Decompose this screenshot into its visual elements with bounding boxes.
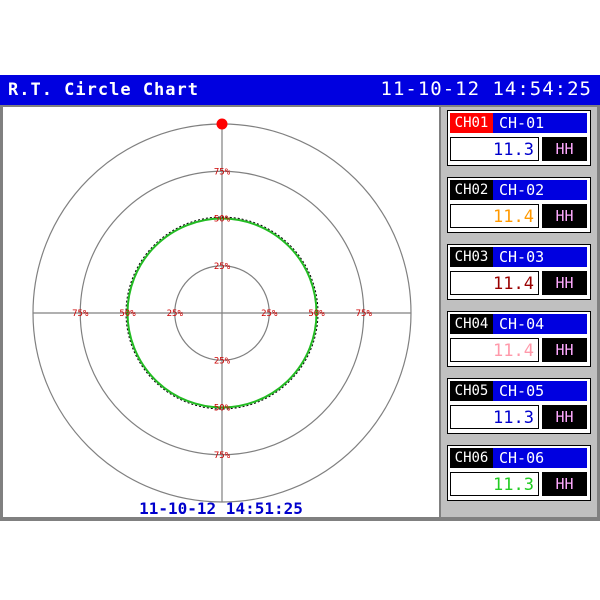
channel-name: CH-03 [493, 247, 587, 267]
channel-name: CH-05 [493, 381, 587, 401]
ring-label: 25% [214, 356, 231, 366]
channel-alarm-badge: HH [542, 405, 587, 429]
channel-name: CH-06 [493, 448, 587, 468]
channel-alarm-badge: HH [542, 137, 587, 161]
channel-alarm-badge: HH [542, 271, 587, 295]
ring-label: 75% [72, 309, 89, 319]
channel-value: 11.3 [450, 137, 539, 161]
channel-id: CH02 [450, 180, 493, 200]
system-clock: 11-10-12 14:54:25 [380, 78, 592, 100]
circle-chart: 75% 50% 25% 25% 50% 75% 75% 50% 25% 25% 50% 75% 11-… [3, 107, 439, 518]
channel-box[interactable]: CH06 CH-06 11.3 HH [447, 445, 591, 501]
chart-start-marker [216, 118, 228, 130]
channel-value: 11.4 [450, 204, 539, 228]
channel-name: CH-02 [493, 180, 587, 200]
channel-box[interactable]: CH01 CH-01 11.3 HH [447, 110, 591, 166]
channel-id: CH01 [450, 113, 493, 133]
ring-label: 25% [261, 309, 278, 319]
channel-name: CH-01 [493, 113, 587, 133]
chart-timestamp: 11-10-12 14:51:25 [139, 499, 303, 518]
recorder-screen: R.T. Circle Chart 11-10-12 14:54:25 75% 5… [0, 75, 600, 521]
screen-title: R.T. Circle Chart [8, 80, 199, 100]
title-bar: R.T. Circle Chart 11-10-12 14:54:25 [0, 75, 600, 105]
channel-id: CH04 [450, 314, 493, 334]
ring-label: 50% [214, 404, 231, 414]
ring-label: 75% [214, 451, 231, 461]
circle-chart-svg: 75% 50% 25% 25% 50% 75% 75% 50% 25% 25% 50% 75% [32, 118, 412, 503]
channel-box[interactable]: CH02 CH-02 11.4 HH [447, 177, 591, 233]
channel-value: 11.4 [450, 271, 539, 295]
channel-alarm-badge: HH [542, 472, 587, 496]
channel-id: CH05 [450, 381, 493, 401]
channel-box[interactable]: CH04 CH-04 11.4 HH [447, 311, 591, 367]
ring-label: 50% [308, 309, 325, 319]
channel-alarm-badge: HH [542, 204, 587, 228]
ring-label: 75% [356, 309, 373, 319]
channel-box[interactable]: CH03 CH-03 11.4 HH [447, 244, 591, 300]
channel-alarm-badge: HH [542, 338, 587, 362]
ring-label: 50% [119, 309, 136, 319]
ring-label: 25% [214, 262, 231, 272]
ring-label: 50% [214, 215, 231, 225]
channel-value: 11.3 [450, 472, 539, 496]
ring-label: 25% [167, 309, 184, 319]
channel-id: CH03 [450, 247, 493, 267]
channel-name: CH-04 [493, 314, 587, 334]
channel-box[interactable]: CH05 CH-05 11.3 HH [447, 378, 591, 434]
channel-value: 11.4 [450, 338, 539, 362]
channel-id: CH06 [450, 448, 493, 468]
channel-panel: CH01 CH-01 11.3 HH CH02 CH-02 11.4 HH CH03 CH-03 1… [441, 107, 597, 517]
ring-label: 75% [214, 167, 231, 177]
channel-value: 11.3 [450, 405, 539, 429]
